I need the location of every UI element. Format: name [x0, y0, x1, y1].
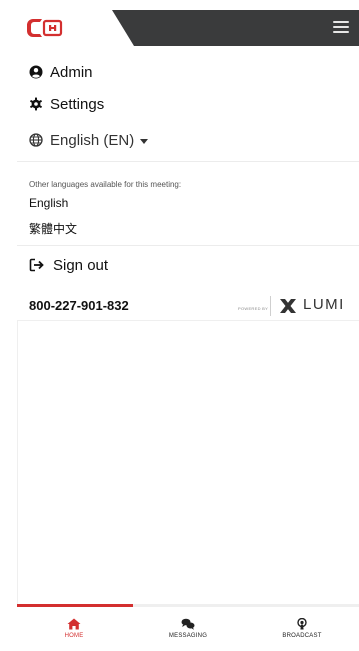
divider: [17, 245, 359, 246]
language-option-traditional-chinese[interactable]: 繁體中文: [29, 220, 77, 237]
lumi-logo-icon: [280, 299, 296, 313]
menu-item-admin[interactable]: Admin: [29, 59, 93, 85]
divider: [17, 161, 359, 162]
active-tab-indicator: [17, 604, 133, 607]
meeting-id: 800-227-901-832: [29, 298, 129, 313]
main-content-area: [17, 320, 359, 604]
tab-home[interactable]: HOME: [17, 618, 131, 648]
languages-note: Other languages available for this meeti…: [29, 180, 182, 189]
logo-area: [17, 10, 127, 46]
user-circle-icon: [29, 65, 43, 79]
tab-broadcast-label: BROADCAST: [282, 633, 322, 639]
tab-broadcast[interactable]: BROADCAST: [245, 618, 359, 648]
divider: [270, 296, 271, 316]
app-root: Admin Settings English (EN) Other langua…: [0, 0, 359, 651]
menu-item-settings[interactable]: Settings: [29, 91, 104, 117]
company-logo-icon[interactable]: [27, 16, 65, 40]
messaging-icon: [181, 618, 195, 630]
sign-out-icon: [29, 258, 45, 272]
chevron-down-icon: [140, 138, 149, 144]
menu-item-settings-label: Settings: [50, 95, 105, 113]
meeting-info-row: 800-227-901-832 POWERED BY LUMI: [17, 296, 359, 318]
language-selector-label: English (EN): [50, 131, 135, 149]
bottom-tab-bar: HOME MESSAGING BROADCAST: [17, 604, 359, 651]
header-dark-band: [112, 10, 359, 46]
gear-icon: [29, 97, 43, 111]
menu-item-admin-label: Admin: [50, 63, 93, 81]
tab-messaging-label: MESSAGING: [168, 633, 208, 639]
powered-by-text: POWERED BY: [238, 306, 269, 311]
sign-out-button[interactable]: Sign out: [29, 254, 108, 276]
language-option-english[interactable]: English: [29, 196, 68, 210]
sign-out-label: Sign out: [53, 256, 109, 274]
globe-icon: [29, 133, 43, 147]
tab-home-label: HOME: [64, 633, 84, 639]
language-selector[interactable]: English (EN): [29, 127, 149, 153]
lumi-brand-text: LUMI: [303, 296, 345, 313]
broadcast-icon: [297, 618, 307, 630]
top-header: [17, 10, 359, 46]
tab-messaging[interactable]: MESSAGING: [131, 618, 245, 648]
home-icon: [67, 618, 81, 630]
hamburger-icon[interactable]: [333, 18, 349, 38]
